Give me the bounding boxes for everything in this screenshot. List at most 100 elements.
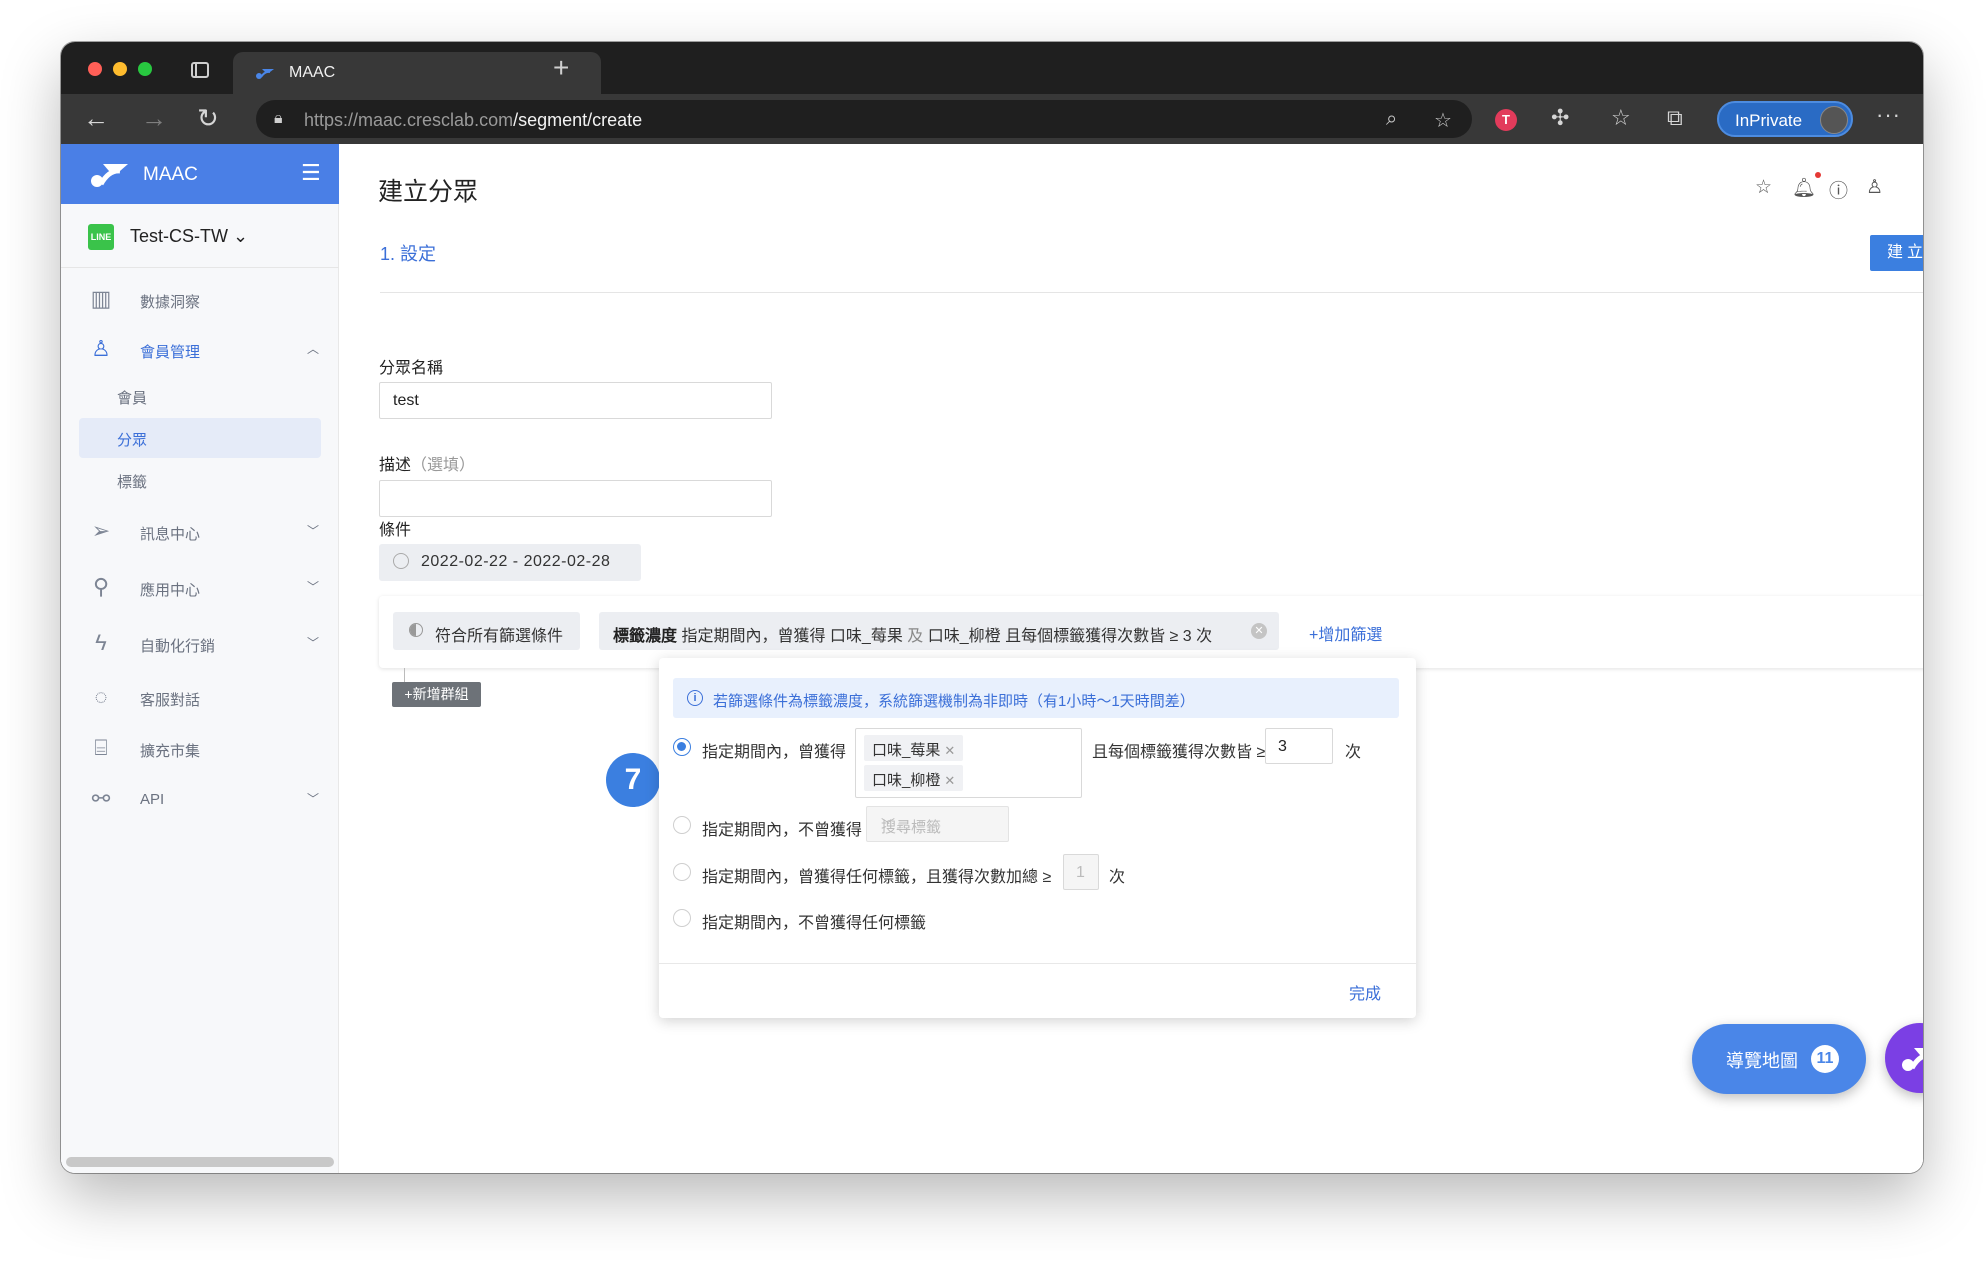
info-text: 若篩選條件為標籤濃度，系統篩選機制為非即時（有1小時～1天時間差） xyxy=(713,693,1195,710)
url-text: https://maac.cresclab.com/segment/create xyxy=(304,110,643,130)
browser-tab[interactable]: MAAC xyxy=(233,52,601,94)
add-group-button[interactable]: +新增群組 xyxy=(392,682,481,707)
tour-count-badge: 11 xyxy=(1811,1045,1839,1073)
maac-logo-icon xyxy=(91,164,128,187)
account-icon[interactable]: ♙ xyxy=(1866,176,1883,199)
description-label: 描述（選填） xyxy=(379,457,476,474)
option-any-tag-label: 指定期間內，曾獲得任何標籤，且獲得次數加總 ≥ xyxy=(702,869,1052,886)
zoom-icon[interactable]: ⌕ xyxy=(1386,108,1397,131)
minimize-window-button[interactable] xyxy=(113,62,127,76)
count-value: 3 xyxy=(1278,738,1287,755)
chevron-down-icon: ﹀ xyxy=(307,792,320,806)
total-count-value: 1 xyxy=(1076,864,1085,881)
reload-icon[interactable]: ↻ xyxy=(197,104,219,132)
popover-divider xyxy=(659,963,1416,964)
maac-logo-icon xyxy=(1902,1048,1923,1071)
maximize-window-button[interactable] xyxy=(138,62,152,76)
option-no-tag-radio[interactable] xyxy=(673,909,691,927)
brand-header: MAAC ☰ xyxy=(61,144,339,204)
group-connector xyxy=(404,668,405,682)
remove-tag-icon[interactable]: ✕ xyxy=(944,773,955,788)
help-icon[interactable]: ⓘ xyxy=(1829,176,1848,203)
condition-popover: i 若篩選條件為標籤濃度，系統篩選機制為非即時（有1小時～1天時間差） 指定期間… xyxy=(659,658,1416,1018)
browser-window: MAAC + ← → ↻ 🔒︎ https://maac.cresclab.co… xyxy=(61,42,1923,1173)
sidebar-item-label: 訊息中心 xyxy=(140,526,201,543)
remove-tag-icon[interactable]: ✕ xyxy=(944,743,955,758)
extension-t-icon[interactable]: T xyxy=(1495,109,1517,131)
add-favorite-icon[interactable]: ☆ xyxy=(1434,108,1452,133)
tab-actions-icon[interactable] xyxy=(191,62,209,78)
inprivate-label: InPrivate xyxy=(1735,111,1803,130)
lightning-icon: ϟ xyxy=(95,630,107,655)
back-arrow-icon[interactable]: ← xyxy=(83,104,109,132)
url-field[interactable]: 🔒︎ https://maac.cresclab.com/segment/cre… xyxy=(256,100,1472,138)
star-icon[interactable]: ☆ xyxy=(1755,176,1772,199)
sidebar-item-messages[interactable]: ➢ 訊息中心 ﹀ xyxy=(61,510,339,554)
divider xyxy=(380,292,1923,293)
option-obtained-radio[interactable] xyxy=(673,738,691,756)
tour-map-label: 導覽地圖 xyxy=(1726,1051,1798,1071)
tag-search-select[interactable]: 搜尋標籤 ﹀ xyxy=(866,806,1009,842)
user-icon: ♙ xyxy=(91,336,111,361)
sidebar-item-automation[interactable]: ϟ 自動化行銷 ﹀ xyxy=(61,622,339,666)
sidebar-item-members[interactable]: ♙ 會員管理 ︿ xyxy=(61,328,339,372)
sidebar-item-insights[interactable]: ▥ 數據洞察 xyxy=(61,278,339,322)
total-count-input[interactable]: 1 xyxy=(1063,854,1099,890)
sidebar-item-label: 會員管理 xyxy=(140,344,201,361)
chevron-down-icon: ﹀ xyxy=(307,636,320,650)
option-no-tag-label: 指定期間內，不曾獲得任何標籤 xyxy=(702,915,927,932)
sidebar-item-marketplace[interactable]: ⌸ 擴充市集 xyxy=(61,727,339,771)
done-button[interactable]: 完成 xyxy=(1349,980,1381,1004)
account-switcher[interactable]: LINE Test-CS-TW ⌄ xyxy=(61,204,339,268)
collections-icon[interactable]: ⧉ xyxy=(1667,106,1683,130)
chevron-down-icon: ﹀ xyxy=(307,524,320,538)
sidebar-subitem-member[interactable]: 會員 xyxy=(79,376,321,416)
extensions-puzzle-icon[interactable]: ✣ xyxy=(1551,106,1569,130)
add-filter-link[interactable]: +增加篩選 xyxy=(1309,621,1382,645)
favorites-icon[interactable]: ☆ xyxy=(1611,106,1631,130)
remove-condition-icon[interactable]: ✕ xyxy=(1251,623,1267,639)
date-range-picker[interactable]: 2022-02-22 - 2022-02-28 xyxy=(379,544,641,581)
sidebar-item-apps[interactable]: ⚲ 應用中心 ﹀ xyxy=(61,566,339,610)
tab-bar: MAAC + xyxy=(61,42,1923,94)
count-input[interactable]: 3 xyxy=(1265,728,1333,764)
option-not-obtained-radio[interactable] xyxy=(673,816,691,834)
sidebar-scrollbar[interactable] xyxy=(66,1157,334,1167)
sidebar-item-api[interactable]: ⚯ API ﹀ xyxy=(61,778,339,822)
tag-select[interactable]: 口味_莓果 ✕ 口味_柳橙 ✕ xyxy=(855,728,1082,798)
more-menu-icon[interactable]: ··· xyxy=(1876,102,1901,128)
inprivate-button[interactable]: InPrivate xyxy=(1717,101,1853,137)
sidebar-subitem-tag[interactable]: 標籤 xyxy=(79,460,321,500)
hamburger-menu-icon[interactable]: ☰ xyxy=(301,160,321,186)
chat-launcher-button[interactable] xyxy=(1885,1023,1923,1093)
step-indicator: 1. 設定 xyxy=(380,244,437,264)
description-input[interactable] xyxy=(379,480,772,517)
times-label: 次 xyxy=(1345,744,1362,761)
sidebar: MAAC ☰ LINE Test-CS-TW ⌄ ▥ 數據洞察 ♙ 會員管理 ︿… xyxy=(61,144,339,1173)
tag-chip: 口味_柳橙 ✕ xyxy=(864,765,964,791)
match-all-toggle[interactable]: 符合所有篩選條件 xyxy=(393,612,580,650)
tour-map-button[interactable]: 導覽地圖 11 xyxy=(1692,1024,1866,1094)
segment-name-input[interactable]: test xyxy=(379,382,772,419)
lock-icon: 🔒︎ xyxy=(274,110,283,127)
profile-avatar xyxy=(1820,106,1848,134)
forward-arrow-icon[interactable]: → xyxy=(141,104,167,132)
sidebar-item-label: 擴充市集 xyxy=(140,743,201,760)
bar-chart-icon: ▥ xyxy=(90,286,112,311)
sidebar-item-label: 客服對話 xyxy=(140,692,201,709)
maac-favicon-icon xyxy=(256,69,274,79)
option-any-tag-radio[interactable] xyxy=(673,863,691,881)
bell-icon[interactable]: 🔔︎ xyxy=(1792,176,1816,200)
close-window-button[interactable] xyxy=(88,62,102,76)
create-button[interactable]: 建立 xyxy=(1870,235,1923,271)
condition-label: 條件 xyxy=(379,522,412,539)
segment-name-label: 分眾名稱 xyxy=(379,360,444,377)
sidebar-item-chat[interactable]: ◌ 客服對話 xyxy=(61,676,339,720)
sidebar-subitem-segment[interactable]: 分眾 xyxy=(79,418,321,458)
new-tab-icon[interactable]: + xyxy=(553,54,569,82)
condition-chip[interactable]: 標籤濃度 指定期間內，曾獲得 口味_莓果 及 口味_柳橙 且每個標籤獲得次數皆 … xyxy=(599,612,1279,650)
brand-name: MAAC xyxy=(143,164,198,185)
match-all-label: 符合所有篩選條件 xyxy=(435,628,564,645)
store-icon: ⌸ xyxy=(94,735,108,760)
segment-name-value: test xyxy=(393,392,419,409)
